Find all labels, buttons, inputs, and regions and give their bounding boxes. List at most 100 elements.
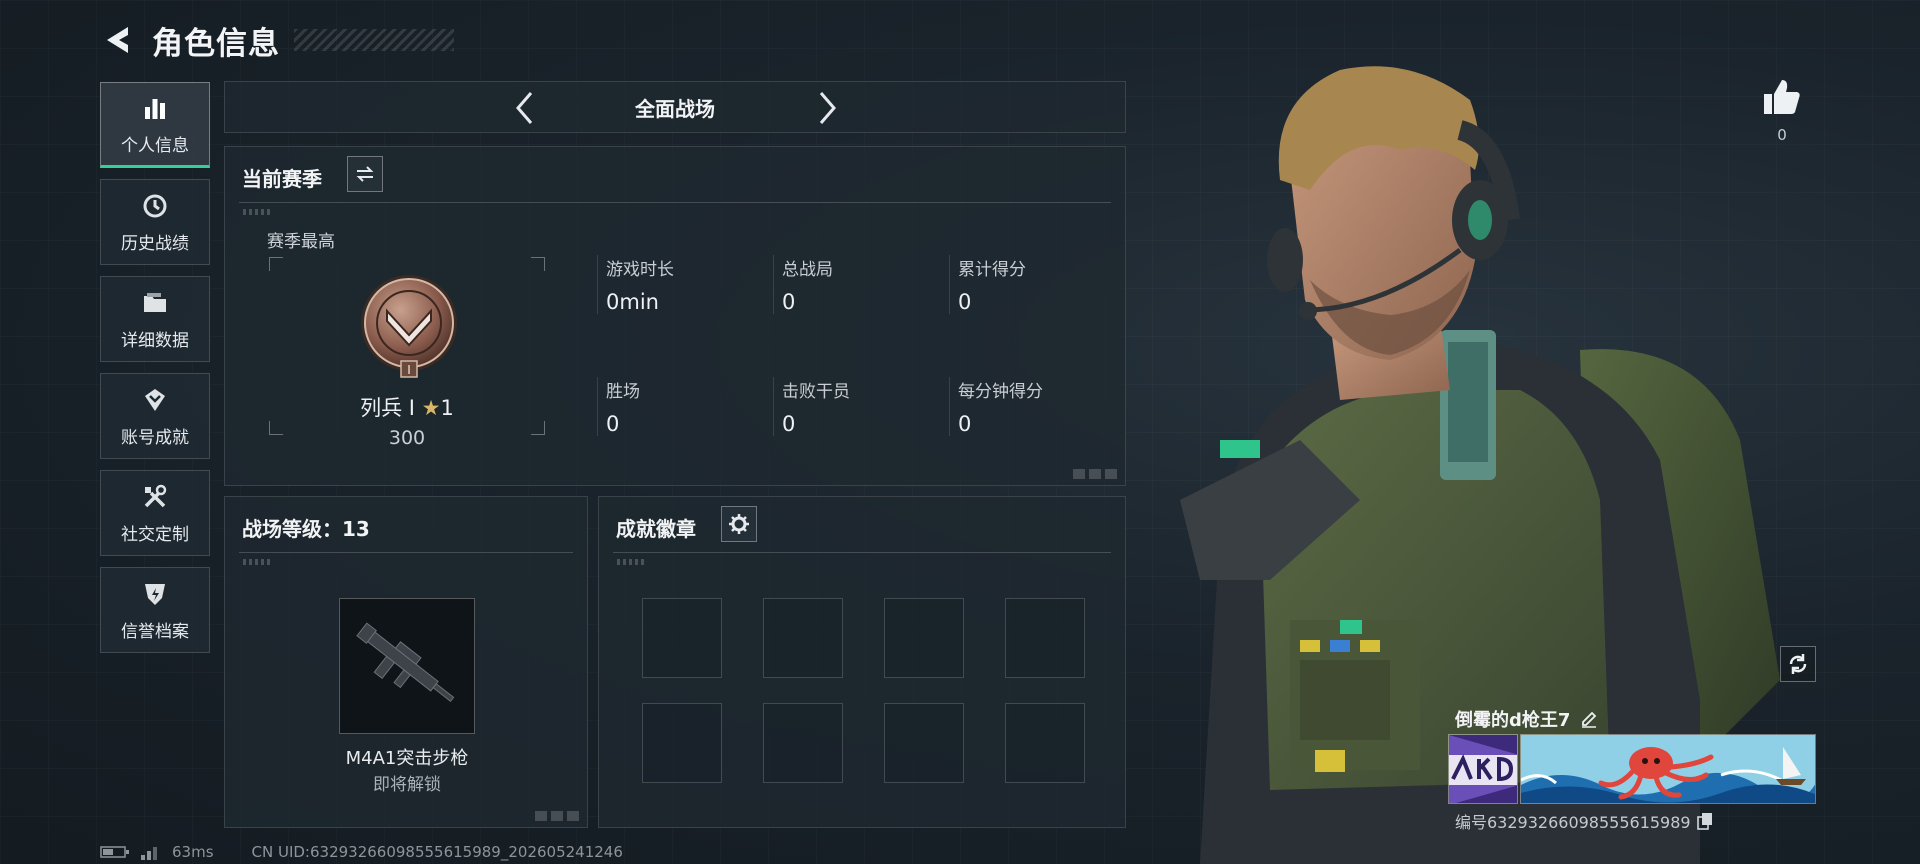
folder-icon (140, 288, 170, 318)
tools-icon (140, 482, 170, 512)
bar-chart-icon (140, 93, 170, 123)
badge-slot[interactable] (763, 598, 843, 678)
sidebar-item-label: 历史战绩 (121, 233, 189, 254)
weapon-status: 即将解锁 (373, 775, 441, 795)
season-panel: 当前赛季 赛季最高 I 列兵 Ⅰ ★1 300 游戏时长 0min 总战局 0 … (224, 146, 1126, 486)
badge-slot[interactable] (642, 703, 722, 783)
level-title: 战场等级：13 (242, 517, 370, 541)
sidebar-item-label: 个人信息 (121, 135, 189, 156)
badges-settings-button[interactable] (721, 506, 757, 542)
stat-value: 0 (782, 290, 796, 314)
rank-emblem-icon: I (361, 275, 457, 378)
season-best-label: 赛季最高 (267, 232, 335, 252)
player-name: 倒霉的d枪王7 (1455, 710, 1571, 731)
stat-total-matches: 总战局 0 (773, 255, 943, 314)
ping-value: 63ms (172, 843, 214, 861)
player-id-row: 编号6329326609855561​5989 (1455, 809, 1713, 833)
badges-title: 成就徽章 (616, 517, 696, 541)
shield-icon (140, 579, 170, 609)
achievement-icon (140, 385, 170, 415)
star-icon: ★ (421, 396, 441, 420)
rank-name: 列兵 Ⅰ ★1 (269, 392, 545, 422)
achievement-badges-panel: 成就徽章 (598, 496, 1126, 828)
page-title: 角色信息 (152, 25, 280, 62)
divider (239, 202, 1111, 203)
dash-decoration (243, 209, 273, 215)
badge-slot[interactable] (642, 598, 722, 678)
stat-label: 游戏时长 (606, 260, 674, 280)
dash-decoration (243, 559, 273, 565)
stat-label: 击败干员 (782, 382, 850, 402)
stat-value: 0 (958, 412, 972, 436)
stat-score-per-minute: 每分钟得分 0 (949, 377, 1119, 436)
badge-slot[interactable] (1005, 703, 1085, 783)
like-count: 0 (1777, 126, 1787, 144)
back-button[interactable] (98, 20, 138, 60)
sidebar-item-personal-info[interactable]: 个人信息 (100, 82, 210, 168)
history-icon (140, 191, 170, 221)
sidebar-item-social[interactable]: 社交定制 (100, 470, 210, 556)
mode-name: 全面战场 (635, 96, 715, 121)
octopus-banner-image (1521, 735, 1815, 803)
badge-slot[interactable] (884, 598, 964, 678)
mode-selector: 全面战场 (224, 81, 1126, 133)
player-avatar[interactable] (1448, 734, 1518, 804)
badge-slot[interactable] (884, 703, 964, 783)
rotate-model-button[interactable] (1780, 646, 1816, 682)
rank-frame: I 列兵 Ⅰ ★1 300 (269, 257, 545, 449)
signal-icon (141, 847, 157, 860)
sidebar-item-label: 详细数据 (121, 330, 189, 351)
rank-title: 列兵 Ⅰ (360, 396, 415, 420)
stat-total-score: 累计得分 0 (949, 255, 1119, 314)
badge-slot[interactable] (763, 703, 843, 783)
stat-value: 0min (606, 290, 659, 314)
weapon-unlock-card[interactable] (339, 598, 475, 734)
stat-label: 总战局 (782, 260, 833, 280)
status-bar: 63ms CN UID:6329326609855561​5989_202605… (100, 843, 623, 861)
edit-pencil-icon[interactable] (1580, 710, 1598, 728)
corner-decoration (535, 811, 581, 821)
chevron-left-icon (516, 92, 533, 124)
stat-kills: 击败干员 0 (773, 377, 943, 436)
refresh-icon (1789, 654, 1807, 674)
stat-play-time: 游戏时长 0min (597, 255, 767, 314)
battlefield-level-panel: 战场等级：13 M4A1突击步枪 即将解锁 (224, 496, 588, 828)
rank-tier-label: I (407, 363, 411, 377)
avatar-image (1449, 735, 1517, 803)
mode-next-button[interactable] (809, 90, 845, 126)
battery-icon (100, 846, 129, 858)
sidebar: 个人信息 历史战绩 详细数据 账号成就 社交定制 信誉档案 (100, 82, 210, 664)
gear-icon (729, 514, 749, 534)
stat-label: 胜场 (606, 382, 640, 402)
sidebar-item-label: 账号成就 (121, 427, 189, 448)
swap-icon (356, 166, 374, 182)
sidebar-item-detailed-data[interactable]: 详细数据 (100, 276, 210, 362)
mode-prev-button[interactable] (507, 90, 543, 126)
player-id: 编号6329326609855561​5989 (1455, 813, 1691, 832)
stat-label: 累计得分 (958, 260, 1026, 280)
stat-value: 0 (958, 290, 972, 314)
badge-slot[interactable] (1005, 598, 1085, 678)
divider (239, 552, 573, 553)
divider (613, 552, 1111, 553)
chevron-right-icon (819, 92, 836, 124)
stat-value: 0 (782, 412, 796, 436)
player-banner[interactable] (1520, 734, 1816, 804)
stat-label: 每分钟得分 (958, 382, 1043, 402)
rank-points: 300 (388, 427, 426, 449)
copy-icon[interactable] (1696, 812, 1713, 830)
player-name-row: 倒霉的d枪王7 (1455, 706, 1598, 732)
rank-stars: 1 (440, 396, 454, 420)
season-switch-button[interactable] (347, 156, 383, 192)
like-button[interactable]: 0 (1760, 78, 1804, 144)
sidebar-item-history[interactable]: 历史战绩 (100, 179, 210, 265)
sidebar-item-label: 社交定制 (121, 524, 189, 545)
season-title: 当前赛季 (242, 167, 322, 191)
sidebar-item-label: 信誉档案 (121, 621, 189, 642)
title-decoration (294, 29, 454, 51)
dash-decoration (617, 559, 647, 565)
sidebar-item-achievements[interactable]: 账号成就 (100, 373, 210, 459)
stat-value: 0 (606, 412, 620, 436)
uid-text: CN UID:6329326609855561​5989_20260524124… (251, 843, 623, 861)
sidebar-item-reputation[interactable]: 信誉档案 (100, 567, 210, 653)
